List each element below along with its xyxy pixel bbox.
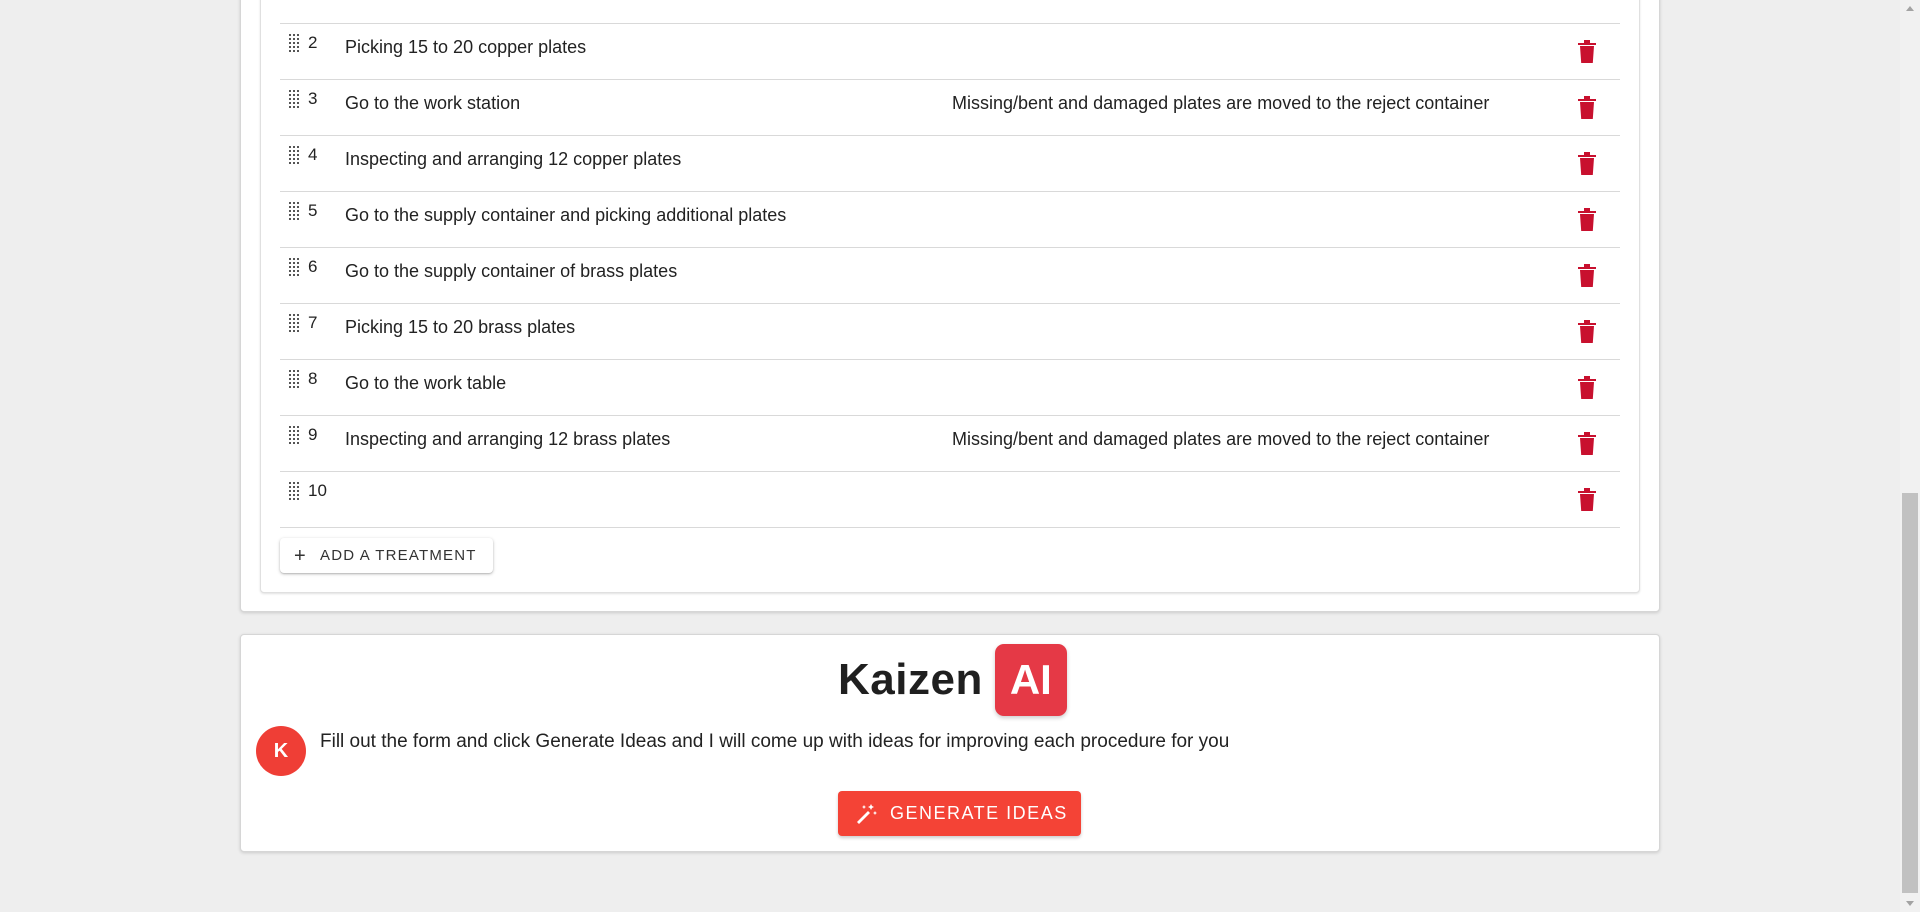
table-row: 9 Inspecting and arranging 12 brass plate… [280,416,1620,472]
row-number: 9 [308,425,318,444]
drag-handle-icon[interactable] [288,90,302,108]
row-number: 8 [308,369,318,388]
trash-icon[interactable] [1575,151,1599,177]
table-row: 10 [280,472,1620,528]
row-number: 2 [308,33,318,52]
trash-icon[interactable] [1575,95,1599,121]
trash-icon[interactable] [1575,487,1599,513]
drag-handle-icon[interactable] [288,426,302,444]
drag-handle-icon[interactable] [288,370,302,388]
table-row: 6 Go to the supply container of brass pla… [280,248,1620,304]
trash-icon[interactable] [1575,319,1599,345]
row-number: 6 [308,257,318,276]
assistant-message: Fill out the form and click Generate Ide… [320,731,1230,752]
treatment-note[interactable]: Missing/bent and damaged plates are move… [952,93,1489,114]
table-row: 8 Go to the work table [280,360,1620,416]
drag-handle-icon[interactable] [288,146,302,164]
drag-handle-icon[interactable] [288,258,302,276]
treatment-name[interactable]: Go to the supply container and picking a… [345,205,786,226]
add-treatment-label: ADD A TREATMENT [320,547,477,564]
generate-ideas-button[interactable]: GENERATE IDEAS [838,791,1081,836]
generate-ideas-label: GENERATE IDEAS [890,803,1068,823]
drag-handle-icon[interactable] [288,202,302,220]
treatment-name[interactable]: Go to the work table [345,373,506,394]
table-row: 4 Inspecting and arranging 12 copper plat… [280,136,1620,192]
row-number: 4 [308,145,318,164]
plus-icon: + [294,544,306,567]
row-number: 3 [308,89,318,108]
trash-icon[interactable] [1575,263,1599,289]
vertical-scrollbar[interactable] [1900,0,1920,912]
brand-text: Kaizen [838,655,983,704]
scrollbar-thumb[interactable] [1902,493,1918,893]
kaizen-ai-logo: Kaizen AI [838,644,1067,716]
page: 2 Picking 15 to 20 copper plates 3 Go to th… [0,0,1900,912]
drag-handle-icon[interactable] [288,482,302,500]
trash-icon[interactable] [1575,39,1599,65]
trash-icon[interactable] [1575,375,1599,401]
treatment-name[interactable]: Picking 15 to 20 brass plates [345,317,575,338]
table-row-partial [280,0,1620,24]
trash-icon[interactable] [1575,431,1599,457]
table-row: 5 Go to the supply container and picking … [280,192,1620,248]
treatment-name[interactable]: Go to the supply container of brass plat… [345,261,677,282]
treatment-note[interactable]: Missing/bent and damaged plates are move… [952,429,1489,450]
row-number: 5 [308,201,318,220]
treatment-name[interactable]: Inspecting and arranging 12 copper plate… [345,149,681,170]
row-number: 7 [308,313,318,332]
row-number: 10 [308,481,327,500]
add-treatment-button[interactable]: + ADD A TREATMENT [280,538,493,573]
table-row: 2 Picking 15 to 20 copper plates [280,24,1620,80]
drag-handle-icon[interactable] [288,34,302,52]
drag-handle-icon[interactable] [288,314,302,332]
table-row: 3 Go to the work station Missing/bent and … [280,80,1620,136]
treatment-name[interactable]: Go to the work station [345,93,520,114]
avatar: K [256,726,306,776]
treatment-name[interactable]: Picking 15 to 20 copper plates [345,37,586,58]
magic-wand-icon [857,803,877,824]
treatment-name[interactable]: Inspecting and arranging 12 brass plates [345,429,670,450]
trash-icon[interactable] [1575,207,1599,233]
table-row: 7 Picking 15 to 20 brass plates [280,304,1620,360]
brand-badge: AI [994,644,1067,716]
scroll-down-arrow-icon[interactable] [1900,895,1920,912]
scroll-up-arrow-icon[interactable] [1900,0,1920,17]
